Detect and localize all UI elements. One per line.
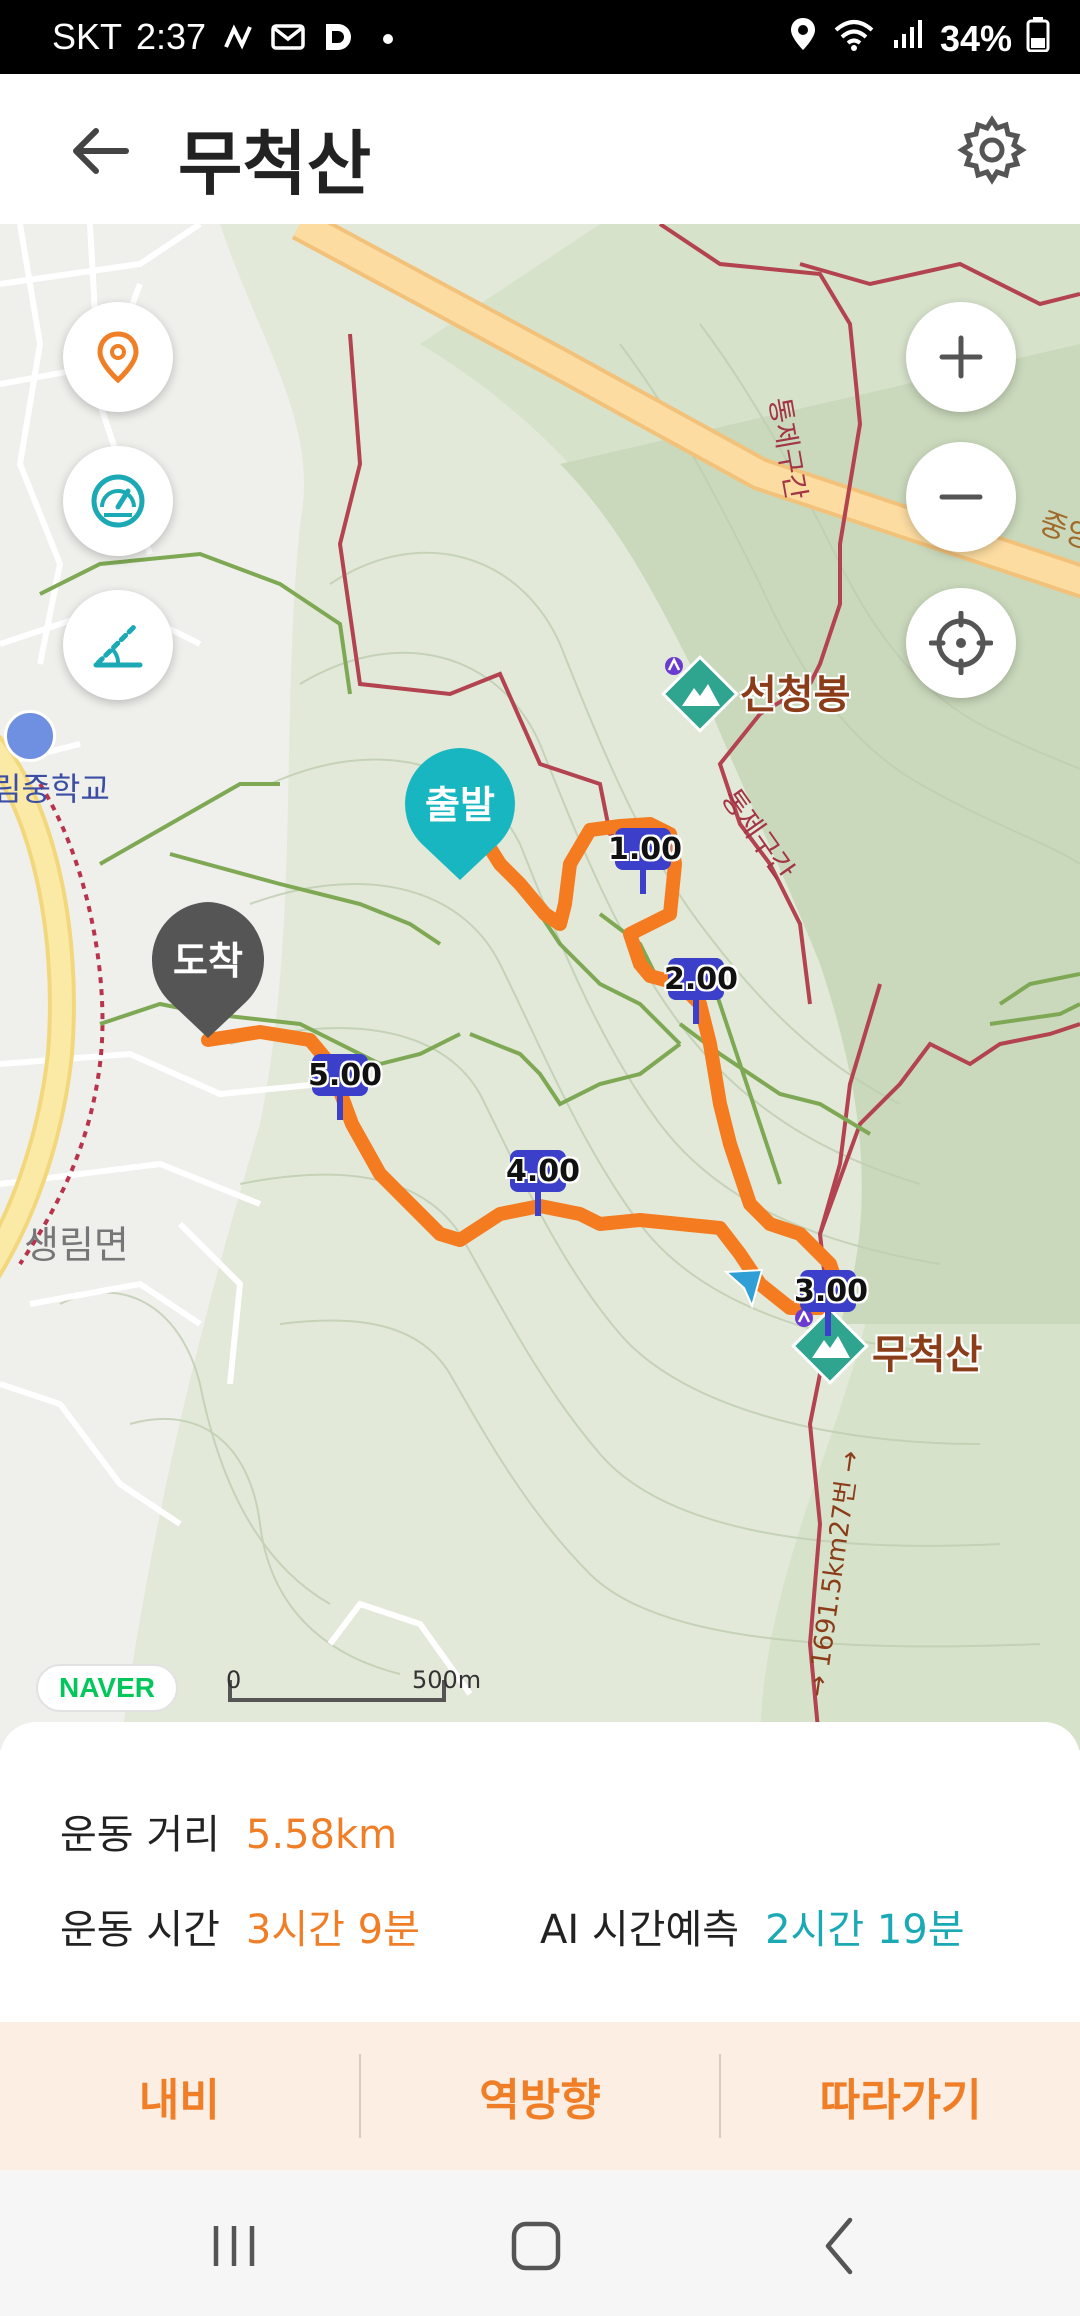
- follow-button[interactable]: 따라가기: [721, 2022, 1080, 2170]
- signal-icon: [890, 16, 926, 61]
- back-icon: [825, 2217, 853, 2275]
- arrow-left-icon: [73, 128, 129, 174]
- activity-icon: [220, 19, 256, 55]
- elevation-icon: [93, 624, 143, 668]
- scale-start-label: 0: [226, 1666, 242, 1694]
- start-pin[interactable]: 출발: [400, 744, 520, 884]
- place-label-town: 생림면: [24, 1223, 129, 1267]
- naver-logo: NAVER: [36, 1664, 178, 1712]
- mountain-icon: [661, 655, 739, 733]
- km-label-4: 4.00: [506, 1154, 581, 1189]
- action-bar: 내비 역방향 따라가기: [0, 2022, 1080, 2170]
- peak-label-seoncheongbong: 선청봉: [740, 672, 851, 718]
- km-label-1: 1.00: [608, 832, 683, 867]
- settings-button[interactable]: [956, 114, 1028, 186]
- home-icon: [511, 2221, 561, 2271]
- km-label-5: 5.00: [308, 1058, 383, 1093]
- ai-row: AI 시간예측 2시간 19분: [540, 1897, 965, 1955]
- km-label-3: 3.00: [794, 1274, 869, 1309]
- speedometer-icon: [91, 474, 145, 528]
- status-bar: SKT 2:37 34%: [0, 0, 1080, 74]
- ai-value: 2시간 19분: [765, 1907, 965, 1953]
- time-label: 운동 시간: [60, 1907, 220, 1953]
- location-icon: [788, 16, 818, 61]
- battery-icon: [1026, 16, 1050, 61]
- mail-icon: [270, 19, 306, 55]
- time-row: 운동 시간 3시간 9분: [60, 1897, 420, 1955]
- recent-apps-icon: [213, 2226, 255, 2266]
- route-info-panel: 운동 거리 5.58km 운동 시간 3시간 9분 AI 시간예측 2시간 19…: [0, 1722, 1080, 1992]
- my-location-button[interactable]: [906, 588, 1016, 698]
- home-button[interactable]: [496, 2206, 576, 2286]
- distance-value: 5.58km: [245, 1812, 398, 1858]
- end-pin[interactable]: 도착: [146, 898, 270, 1042]
- scale-end-label: 500m: [412, 1666, 482, 1694]
- location-pin-icon: [97, 331, 139, 384]
- status-left: SKT 2:37: [52, 16, 406, 58]
- time-value: 3시간 9분: [245, 1907, 420, 1953]
- distance-row: 운동 거리 5.58km: [60, 1802, 397, 1860]
- speed-button[interactable]: [63, 446, 173, 556]
- direction-arrow-icon: [722, 1266, 766, 1310]
- peak-marker-seoncheongbong[interactable]: [660, 654, 740, 734]
- status-right: 34%: [788, 16, 1050, 61]
- page-title: 무척산: [178, 123, 372, 205]
- zoom-in-button[interactable]: [906, 302, 1016, 412]
- school-marker-icon: [4, 710, 56, 762]
- peak-label-mucheoksan: 무척산: [872, 1332, 983, 1378]
- minus-icon: [939, 494, 983, 500]
- clock: 2:37: [136, 16, 207, 57]
- zoom-out-button[interactable]: [906, 442, 1016, 552]
- crosshair-icon: [929, 611, 993, 675]
- map-view[interactable]: 선청봉 무척산 림중학교 생림면 중앙 통제구간 통제구간 → 1691.5km…: [0, 224, 1080, 1750]
- system-nav-bar: [0, 2170, 1080, 2316]
- wifi-icon: [832, 16, 876, 61]
- place-label-school: 림중학교: [0, 770, 110, 808]
- back-nav-button[interactable]: [800, 2206, 880, 2286]
- carrier-label: SKT: [52, 16, 123, 57]
- battery-level: 34%: [939, 17, 1012, 59]
- ai-label: AI 시간예측: [540, 1907, 740, 1953]
- app-header: 무척산: [0, 74, 1080, 224]
- end-pin-label: 도착: [173, 939, 243, 983]
- screen: SKT 2:37 34% 무척산 선청봉 무척산 림중학교 생림면 중앙 통제구…: [0, 0, 1080, 2316]
- distance-label: 운동 거리: [60, 1812, 220, 1858]
- dot-icon: [370, 19, 406, 55]
- d-app-icon: [320, 19, 356, 55]
- back-button[interactable]: [66, 116, 136, 186]
- reverse-button[interactable]: 역방향: [361, 2022, 720, 2170]
- recent-apps-button[interactable]: [194, 2206, 274, 2286]
- elevation-button[interactable]: [63, 590, 173, 700]
- plus-icon: [939, 335, 983, 379]
- location-button[interactable]: [63, 302, 173, 412]
- gear-icon: [957, 115, 1027, 185]
- start-pin-label: 출발: [425, 783, 495, 827]
- km-label-2: 2.00: [664, 962, 739, 997]
- navi-button[interactable]: 내비: [0, 2022, 359, 2170]
